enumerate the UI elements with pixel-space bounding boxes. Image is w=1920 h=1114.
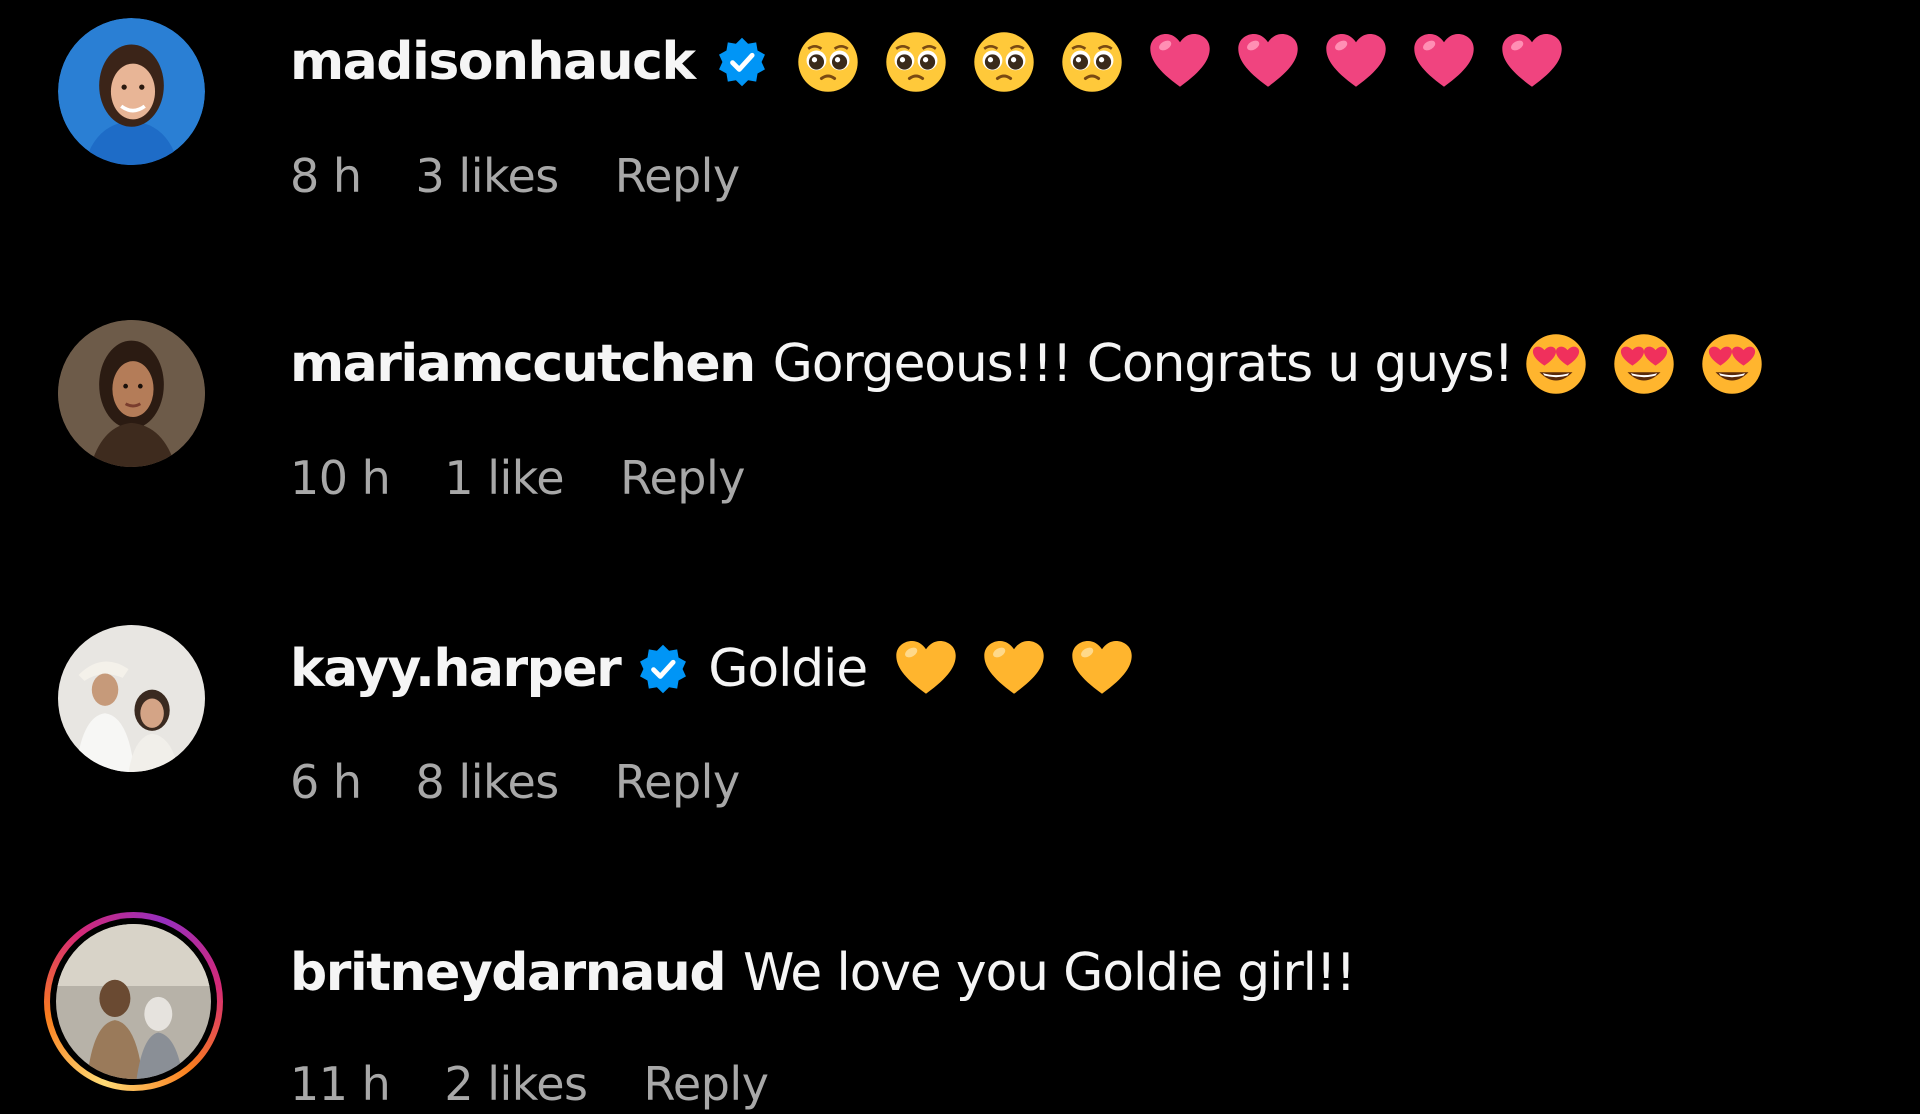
pink-heart-icon (1235, 29, 1301, 95)
comment-text: Gorgeous!!! Congrats u guys! (772, 334, 1515, 394)
comment-emojis (893, 636, 1135, 702)
comment-time: 10 h (290, 451, 391, 505)
comment-likes[interactable]: 2 likes (444, 1057, 588, 1111)
reply-button[interactable]: Reply (615, 149, 740, 203)
avatar[interactable] (58, 625, 205, 772)
pink-heart-icon (1499, 29, 1565, 95)
comment-time: 6 h (290, 755, 362, 809)
comment-username[interactable]: kayy.harper (290, 639, 622, 699)
avatar[interactable] (58, 320, 205, 467)
comment-username[interactable]: madisonhauck (290, 32, 696, 92)
yellow-heart-icon (981, 636, 1047, 702)
avatar[interactable] (56, 924, 211, 1079)
verified-badge-icon (715, 35, 769, 89)
comment-emojis (795, 29, 1565, 95)
pleading-face-icon (883, 29, 949, 95)
heart-eyes-face-icon (1611, 331, 1677, 397)
comment-likes[interactable]: 3 likes (416, 149, 560, 203)
yellow-heart-icon (1069, 636, 1135, 702)
comment-likes[interactable]: 8 likes (416, 755, 560, 809)
comment-username[interactable]: mariamccutchen (290, 334, 756, 394)
comment-text: Goldie (708, 639, 868, 699)
comment-time: 11 h (290, 1057, 391, 1111)
verified-badge-icon (636, 642, 690, 696)
pink-heart-icon (1323, 29, 1389, 95)
avatar-story-ring[interactable] (44, 912, 223, 1091)
comment-username[interactable]: britneydarnaud (290, 943, 727, 1003)
avatar[interactable] (58, 18, 205, 165)
comment-time: 8 h (290, 149, 362, 203)
heart-eyes-face-icon (1699, 331, 1765, 397)
yellow-heart-icon (893, 636, 959, 702)
heart-eyes-face-icon (1523, 331, 1589, 397)
pink-heart-icon (1411, 29, 1477, 95)
pleading-face-icon (971, 29, 1037, 95)
comment-text: We love you Goldie girl!! (743, 943, 1356, 1003)
comment-emojis (1523, 331, 1765, 397)
comment-likes[interactable]: 1 like (444, 451, 564, 505)
pink-heart-icon (1147, 29, 1213, 95)
reply-button[interactable]: Reply (615, 755, 740, 809)
reply-button[interactable]: Reply (644, 1057, 769, 1111)
reply-button[interactable]: Reply (620, 451, 745, 505)
pleading-face-icon (1059, 29, 1125, 95)
pleading-face-icon (795, 29, 861, 95)
